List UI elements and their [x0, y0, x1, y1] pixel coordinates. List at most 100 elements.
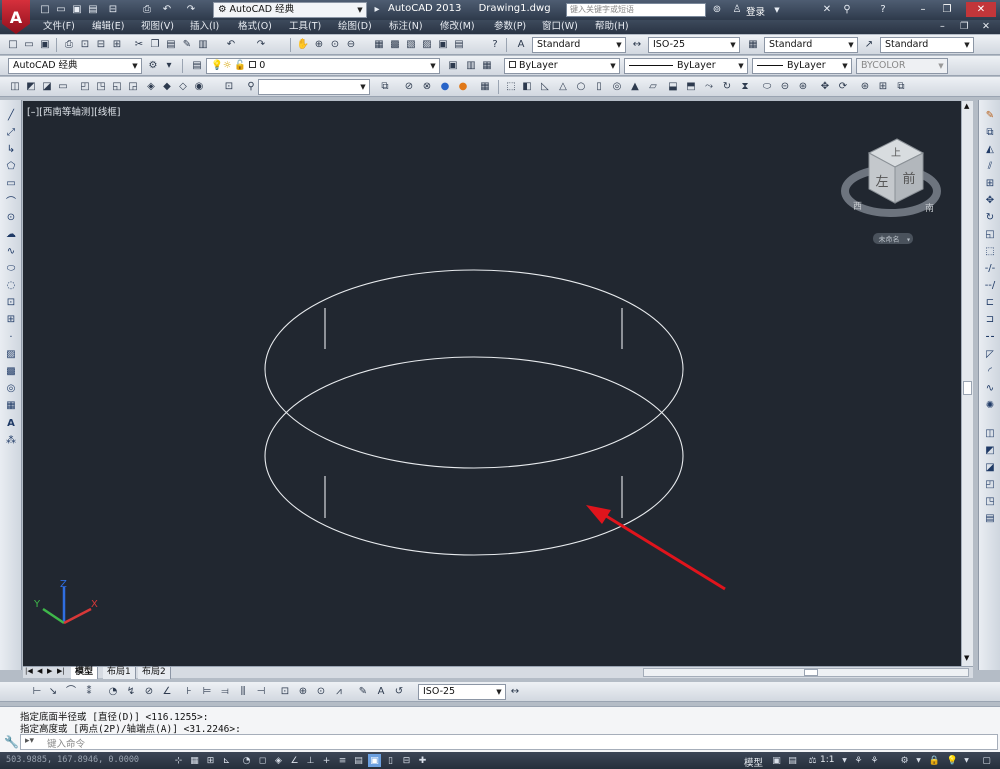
fillet-icon[interactable]: ◜: [982, 364, 998, 378]
scroll-thumb[interactable]: [963, 381, 972, 395]
extrude-icon[interactable]: ⬓: [666, 80, 680, 94]
torus-icon[interactable]: ◎: [610, 80, 624, 94]
save-icon[interactable]: ▣: [38, 38, 52, 52]
make-current-icon[interactable]: ▣: [446, 59, 460, 73]
publish-icon[interactable]: ⊟: [106, 3, 120, 17]
menu-view[interactable]: 视图(V): [141, 21, 174, 33]
blend-icon[interactable]: ∿: [982, 381, 998, 395]
send-back-icon[interactable]: ◪: [982, 460, 998, 474]
doc-minimize-icon[interactable]: –: [940, 21, 945, 33]
cut-icon[interactable]: ✂: [132, 38, 146, 52]
rectangle-icon[interactable]: ▭: [3, 176, 19, 190]
help-icon[interactable]: ?: [876, 3, 890, 17]
construction-line-icon[interactable]: ⤢: [3, 125, 19, 139]
binoculars-icon[interactable]: ⊚: [710, 3, 724, 17]
erase-icon[interactable]: ✎: [982, 108, 998, 122]
restore-icon[interactable]: ❐: [940, 3, 954, 17]
break-dim-icon[interactable]: ⊣: [254, 685, 268, 699]
polar-icon[interactable]: ◔: [240, 754, 253, 767]
command-input[interactable]: ▸▾ 键入命令: [20, 734, 998, 750]
dyn-icon[interactable]: +: [320, 754, 333, 767]
pan-icon[interactable]: ✋: [296, 38, 310, 52]
tab-layout2[interactable]: 布局2: [138, 667, 171, 679]
planar-icon[interactable]: ▱: [646, 80, 660, 94]
box-icon[interactable]: ◧: [520, 80, 534, 94]
search-input[interactable]: 键入关键字或短语: [566, 3, 706, 17]
coordinates-readout[interactable]: 503.9885, 167.8946, 0.0000: [6, 755, 139, 765]
draw-order-icon[interactable]: ◫: [982, 426, 998, 440]
scale-icon[interactable]: ◱: [982, 227, 998, 241]
draw-order-back-icon[interactable]: ◪: [40, 80, 54, 94]
dim-edit-icon[interactable]: ✎: [356, 685, 370, 699]
sheet-set-icon[interactable]: ▨: [420, 38, 434, 52]
intersect-icon[interactable]: ⊛: [796, 80, 810, 94]
tab-layout1[interactable]: 布局1: [103, 667, 136, 679]
polygon-icon[interactable]: ⬠: [3, 159, 19, 173]
menu-help[interactable]: 帮助(H): [595, 21, 629, 33]
tool-palettes-icon[interactable]: ▧: [404, 38, 418, 52]
trim-icon[interactable]: -/-: [982, 261, 998, 275]
zoom-window-icon[interactable]: ⊙: [328, 38, 342, 52]
break-icon[interactable]: ⊐: [982, 312, 998, 326]
menu-tools[interactable]: 工具(T): [289, 21, 321, 33]
workspace-settings-icon[interactable]: ⚙: [146, 59, 160, 73]
text-front-icon[interactable]: ▭: [56, 80, 70, 94]
revolve-icon[interactable]: ↻: [720, 80, 734, 94]
polyline-icon[interactable]: ↳: [3, 142, 19, 156]
continue-icon[interactable]: ⫤: [218, 685, 232, 699]
send-under-icon[interactable]: ◳: [982, 494, 998, 508]
save-icon[interactable]: ▣: [70, 3, 84, 17]
workspace-combo[interactable]: ⚙ AutoCAD 经典 ▼: [213, 2, 367, 18]
spline-icon[interactable]: ∿: [3, 244, 19, 258]
dimension-style-icon[interactable]: ↔: [508, 685, 522, 699]
polysolid-icon[interactable]: ⬚: [504, 80, 518, 94]
dim-style-combo[interactable]: ISO-25 ▼: [648, 37, 740, 53]
conceptual-icon[interactable]: ●: [456, 80, 470, 94]
point-icon[interactable]: ·: [3, 330, 19, 344]
block-editor-icon[interactable]: ▥: [196, 38, 210, 52]
login-label[interactable]: 登录: [746, 4, 765, 18]
linear-dim-icon[interactable]: ⊢: [30, 685, 44, 699]
lineweight-combo[interactable]: ByLayer ▼: [752, 58, 852, 74]
lock-ui-icon[interactable]: 🔒: [928, 754, 941, 767]
menu-parameter[interactable]: 参数(P): [494, 21, 526, 33]
nw-iso-icon[interactable]: ◉: [192, 80, 206, 94]
color-combo[interactable]: ByLayer ▼: [504, 58, 620, 74]
workspace-toolbar-combo[interactable]: AutoCAD 经典 ▼: [8, 58, 142, 74]
bring-front-icon[interactable]: ◩: [982, 443, 998, 457]
explode-icon[interactable]: ✺: [982, 398, 998, 412]
offset-icon[interactable]: ⫽: [982, 159, 998, 173]
dim-update-icon[interactable]: ↺: [392, 685, 406, 699]
extend-icon[interactable]: --/: [982, 278, 998, 292]
draw-order-icon[interactable]: ◫: [8, 80, 22, 94]
ellipse-icon[interactable]: ⬭: [3, 261, 19, 275]
connect-icon[interactable]: ⚲: [840, 3, 854, 17]
menu-dimension[interactable]: 标注(N): [389, 21, 423, 33]
lwt-icon[interactable]: ≡: [336, 754, 349, 767]
diameter-dim-icon[interactable]: ⊘: [142, 685, 156, 699]
osnap-icon[interactable]: ◻: [256, 754, 269, 767]
ordinate-icon[interactable]: ⁑: [82, 685, 96, 699]
doc-restore-icon[interactable]: ❐: [960, 21, 969, 33]
tolerance-icon[interactable]: ⊡: [278, 685, 292, 699]
visual-style-manager-icon[interactable]: ▦: [478, 80, 492, 94]
tab-next-icon[interactable]: ▶: [47, 667, 52, 675]
menu-insert[interactable]: 插入(I): [190, 21, 219, 33]
open-icon[interactable]: ▭: [54, 3, 68, 17]
text-to-front-icon[interactable]: ▤: [982, 511, 998, 525]
plot-icon[interactable]: ⎙: [62, 38, 76, 52]
tpy-icon[interactable]: ▤: [352, 754, 365, 767]
subtract-icon[interactable]: ⊝: [778, 80, 792, 94]
rotate-3d-icon[interactable]: ⟳: [836, 80, 850, 94]
move-icon[interactable]: ✥: [982, 193, 998, 207]
plot-icon[interactable]: ⎙: [140, 3, 154, 17]
scroll-up-icon[interactable]: ▲: [964, 102, 969, 110]
union-icon[interactable]: ⬭: [760, 80, 774, 94]
array-icon[interactable]: ⊞: [982, 176, 998, 190]
match-prop-icon[interactable]: ✎: [180, 38, 194, 52]
quick-view-drawings-icon[interactable]: ▤: [786, 754, 799, 767]
layer-previous-icon[interactable]: ▥: [464, 59, 478, 73]
annotation-scale-value[interactable]: 1:1: [820, 755, 834, 765]
zoom-previous-icon[interactable]: ⊖: [344, 38, 358, 52]
exchange-icon[interactable]: ✕: [820, 3, 834, 17]
